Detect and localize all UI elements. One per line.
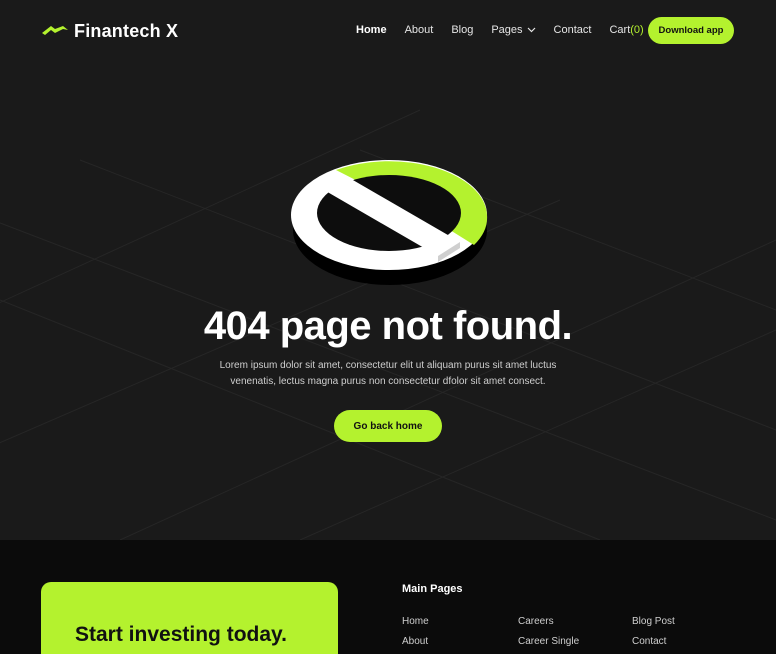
error-title: 404 page not found. (203, 304, 573, 348)
cart-count: (0) (630, 24, 644, 36)
main-nav: Home About Blog Pages Contact Cart(0) (356, 24, 662, 36)
nav-item-pages-label: Pages (491, 24, 523, 36)
chevron-down-icon (527, 27, 535, 33)
nav-item-blog[interactable]: Blog (451, 24, 473, 36)
prohibited-sign-icon (291, 160, 488, 285)
footer-link-career-single[interactable]: Career Single (518, 636, 579, 647)
footer-link-home[interactable]: Home (402, 616, 429, 627)
hero-section: Finantech X Home About Blog Pages Contac… (0, 0, 776, 540)
cart-label: Cart (609, 24, 631, 36)
cta-card: Start investing today. (41, 582, 338, 654)
top-navbar: Finantech X Home About Blog Pages Contac… (0, 0, 776, 62)
nav-item-contact[interactable]: Contact (554, 24, 592, 36)
nav-item-cart[interactable]: Cart(0) (609, 24, 643, 36)
nav-item-pages[interactable]: Pages (491, 24, 535, 36)
error-description-line-1: Lorem ipsum dolor sit amet, consectetur … (219, 360, 557, 371)
footer-link-about[interactable]: About (402, 636, 428, 647)
footer: Start investing today. Main Pages Home A… (0, 540, 776, 654)
nav-item-about[interactable]: About (405, 24, 434, 36)
go-back-home-button[interactable]: Go back home (334, 410, 442, 442)
error-description-line-2: venenatis, lectus magna purus non consec… (230, 376, 546, 387)
main-pages-heading: Main Pages (402, 583, 463, 595)
brand-logo[interactable]: Finantech X (42, 19, 178, 43)
footer-link-blog-post[interactable]: Blog Post (632, 616, 675, 627)
chevron-wing-icon (42, 26, 68, 35)
footer-link-careers[interactable]: Careers (518, 616, 554, 627)
error-description: Lorem ipsum dolor sit amet, consectetur … (200, 358, 576, 390)
download-app-button[interactable]: Download app (648, 17, 734, 44)
cta-title: Start investing today. (75, 623, 287, 646)
footer-link-contact[interactable]: Contact (632, 636, 666, 647)
brand-name: Finantech X (74, 20, 179, 41)
nav-item-home[interactable]: Home (356, 24, 387, 36)
